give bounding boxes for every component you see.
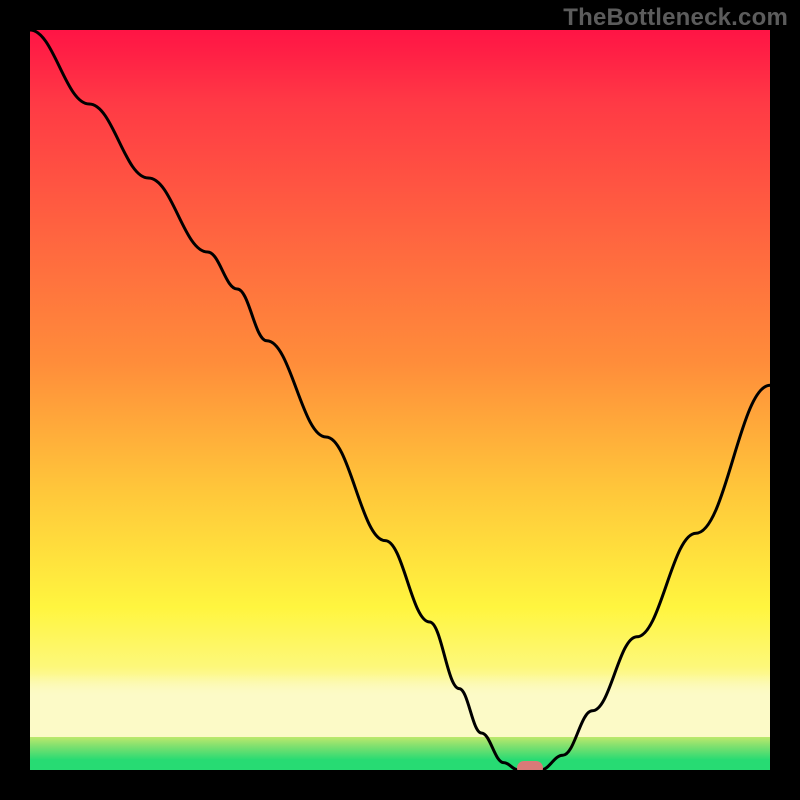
- plot-area: [30, 30, 770, 770]
- optimal-marker: [517, 761, 543, 770]
- chart-frame: TheBottleneck.com: [0, 0, 800, 800]
- watermark-text: TheBottleneck.com: [563, 4, 788, 32]
- curve-path: [30, 30, 770, 770]
- bottleneck-curve: [30, 30, 770, 770]
